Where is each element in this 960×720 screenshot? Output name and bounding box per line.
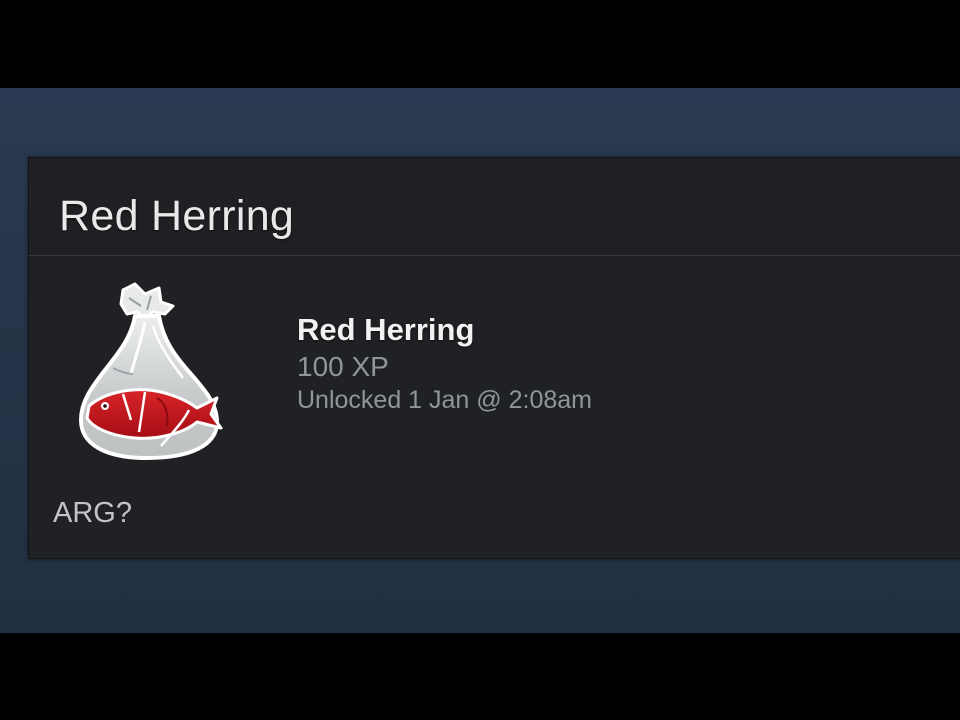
achievement-description: ARG? (53, 497, 132, 529)
screen: Red Herring Red Herring 100 XP Unlocked … (0, 0, 960, 720)
achievement-panel: Red Herring Red Herring 100 XP Unlocked … (28, 157, 960, 559)
panel-header: Red Herring (29, 158, 960, 256)
achievement-unlock-time: Unlocked 1 Jan @ 2:08am (297, 386, 592, 414)
red-herring-in-bag-icon (61, 282, 233, 466)
panel-title: Red Herring (59, 192, 295, 240)
achievement-name: Red Herring (297, 312, 475, 347)
achievement-xp: 100 XP (297, 351, 389, 382)
achievement-info: Red Herring 100 XP Unlocked 1 Jan @ 2:08… (297, 312, 592, 416)
